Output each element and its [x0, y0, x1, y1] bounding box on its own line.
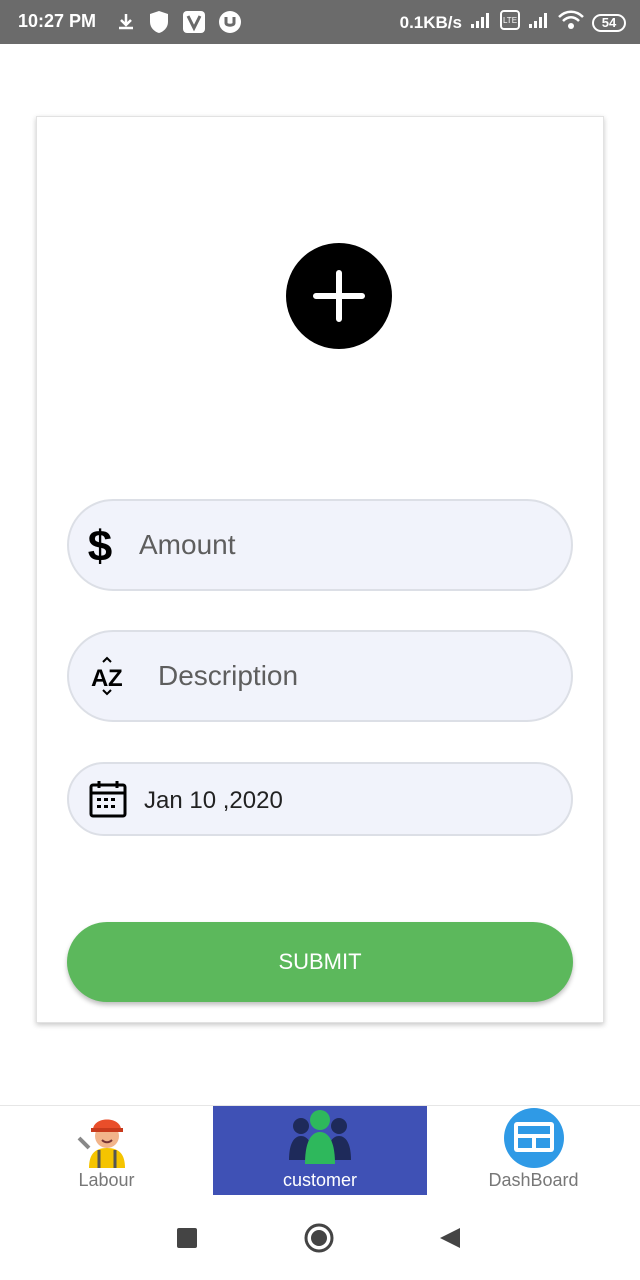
square-icon — [177, 1228, 197, 1248]
back-button[interactable] — [438, 1226, 462, 1255]
nav-item-dashboard[interactable]: DashBoard — [427, 1106, 640, 1196]
submit-button[interactable]: SUBMIT — [67, 922, 573, 1002]
triangle-back-icon — [440, 1228, 460, 1248]
people-icon — [287, 1108, 353, 1173]
home-button[interactable] — [303, 1222, 335, 1259]
wifi-icon — [558, 10, 584, 35]
bottom-navigation: Labour customer DashBoard — [0, 1105, 640, 1196]
nav-label-customer: customer — [282, 1170, 358, 1190]
download-icon — [116, 12, 136, 37]
worker-icon — [75, 1108, 139, 1175]
svg-text:Z: Z — [108, 665, 123, 692]
recents-button[interactable] — [176, 1227, 198, 1254]
v-app-icon — [182, 10, 206, 39]
system-navigation-bar — [0, 1195, 640, 1280]
circle-icon — [304, 1223, 334, 1253]
dashboard-icon — [502, 1108, 566, 1175]
amount-input[interactable] — [139, 527, 539, 563]
date-field[interactable]: Jan 10 ,2020 — [67, 762, 573, 836]
nav-label-dashboard: DashBoard — [488, 1170, 579, 1190]
nav-label-labour: Labour — [78, 1170, 135, 1190]
plus-icon — [313, 270, 365, 322]
description-field[interactable]: A Z — [67, 630, 573, 722]
expense-form-card: $ A Z Jan 10 ,2020 SUBMIT — [36, 116, 604, 1023]
svg-text:$: $ — [88, 522, 112, 569]
shield-icon — [148, 10, 170, 39]
signal-icon — [470, 11, 492, 34]
torrent-icon — [218, 10, 242, 39]
signal-icon — [528, 11, 550, 34]
description-input[interactable] — [158, 658, 538, 694]
network-speed: 0.1KB/s — [399, 12, 462, 32]
nav-item-labour[interactable]: Labour — [0, 1106, 213, 1196]
svg-text:LTE: LTE — [503, 16, 517, 25]
amount-field[interactable]: $ — [67, 499, 573, 591]
dollar-icon: $ — [85, 521, 115, 574]
sort-az-icon: A Z — [89, 656, 129, 701]
nav-item-customer[interactable]: customer — [213, 1106, 427, 1196]
status-bar: 10:27 PM 0.1KB/s LTE 54 — [0, 0, 640, 44]
battery-icon: 54 — [592, 13, 626, 32]
calendar-icon — [89, 780, 127, 823]
svg-text:A: A — [91, 665, 108, 692]
add-button[interactable] — [286, 243, 392, 349]
date-value: Jan 10 ,2020 — [144, 787, 283, 814]
status-time: 10:27 PM — [18, 11, 97, 31]
volte-icon: LTE — [500, 10, 520, 35]
